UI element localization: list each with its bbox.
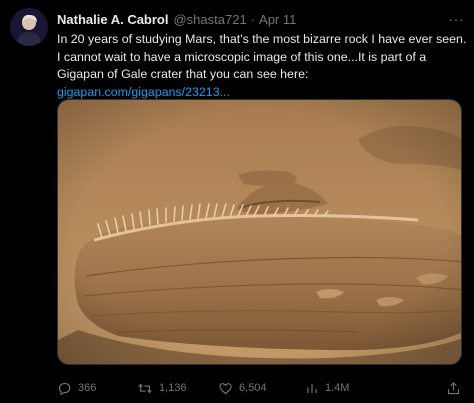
like-count: 6,504 [239, 382, 267, 394]
share-icon [447, 381, 460, 394]
author-handle[interactable]: @shasta721 [173, 12, 246, 27]
more-horizontal-icon[interactable]: ··· [447, 12, 467, 26]
retweet-button[interactable]: 1,136 [137, 381, 218, 396]
profile-photo [10, 8, 48, 46]
reply-button[interactable]: 366 [57, 381, 137, 396]
tweet-date[interactable]: Apr 11 [259, 12, 296, 27]
tweet-action-bar: 366 1,136 6,504 1.4M [57, 378, 469, 398]
heart-icon [219, 382, 232, 394]
reply-icon [58, 382, 71, 395]
tweet-text-line: I cannot wait to have a microscopic imag… [57, 49, 427, 64]
views-icon [307, 383, 317, 393]
tweet-text: In 20 years of studying Mars, that's the… [57, 31, 469, 101]
tweet-link[interactable]: gigapan.com/gigapans/23213... [57, 85, 230, 99]
avatar[interactable] [10, 8, 48, 46]
author-display-name[interactable]: Nathalie A. Cabrol [57, 12, 168, 27]
retweet-count: 1,136 [159, 382, 187, 394]
header-separator: · [250, 11, 256, 27]
tweet-media-photo[interactable] [57, 99, 462, 365]
views-count: 1.4M [325, 382, 350, 394]
like-button[interactable]: 6,504 [218, 381, 305, 396]
reply-count: 366 [78, 382, 97, 394]
tweet-text-line: Gigapan of Gale crater that you can see … [57, 67, 309, 81]
mars-rock-image [58, 100, 461, 364]
share-button[interactable] [446, 381, 461, 396]
tweet-header: Nathalie A. Cabrol @shasta721 · Apr 11 ·… [57, 9, 466, 29]
retweet-icon [138, 383, 152, 393]
tweet-text-line: In 20 years of studying Mars, that's the… [57, 32, 467, 46]
views-button[interactable]: 1.4M [305, 381, 391, 396]
